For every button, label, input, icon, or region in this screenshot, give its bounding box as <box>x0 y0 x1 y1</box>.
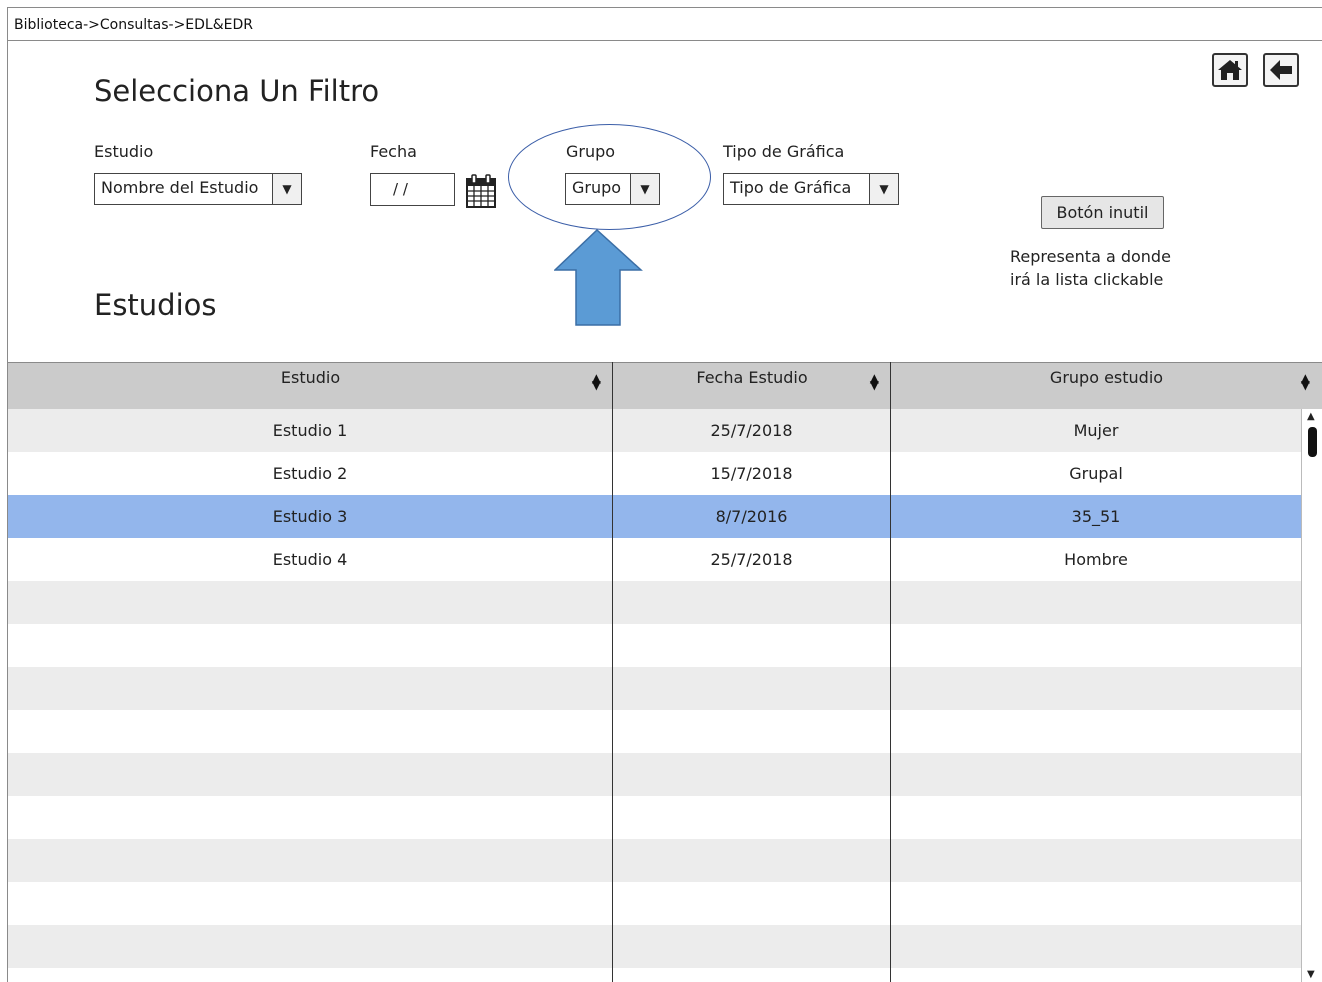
table-row-empty <box>8 624 1301 667</box>
grupo-label: Grupo <box>566 142 616 161</box>
page-title: Selecciona Un Filtro <box>94 74 380 108</box>
scroll-down-icon[interactable]: ▼ <box>1307 969 1315 980</box>
table-cell: Estudio 4 <box>272 550 348 569</box>
column-header-label: Grupo estudio <box>1049 368 1164 387</box>
scroll-up-icon[interactable]: ▲ <box>1307 411 1315 422</box>
studies-table: Estudio ▲ ▼ Fecha Estudio ▲ ▼ Grupo estudi… <box>8 362 1322 982</box>
note-line-1: Representa a donde <box>1010 247 1171 266</box>
tipo-grafica-select-value: Tipo de Gráfica <box>730 178 852 197</box>
column-divider <box>612 362 613 982</box>
table-row[interactable]: Estudio 2 15/7/2018 Grupal <box>8 452 1301 495</box>
fecha-label: Fecha <box>370 142 417 161</box>
table-cell: 8/7/2016 <box>715 507 788 526</box>
fecha-input[interactable]: / / <box>370 173 455 206</box>
table-row-empty <box>8 753 1301 796</box>
column-header-grupo[interactable]: Grupo estudio ▲ ▼ <box>891 363 1322 410</box>
tipo-grafica-select[interactable]: Tipo de Gráfica ▼ <box>723 173 899 205</box>
useless-button[interactable]: Botón inutil <box>1041 196 1164 229</box>
table-cell: 25/7/2018 <box>710 550 793 569</box>
table-cell: Grupal <box>1069 464 1123 483</box>
tipo-grafica-label: Tipo de Gráfica <box>723 142 845 161</box>
table-row-empty <box>8 925 1301 968</box>
arrow-left-icon <box>1270 60 1292 80</box>
table-cell: Estudio 1 <box>272 421 348 440</box>
column-divider <box>890 362 891 982</box>
chevron-down-icon: ▼ <box>869 174 898 204</box>
column-header-estudio[interactable]: Estudio ▲ ▼ <box>8 363 613 410</box>
estudio-select-value: Nombre del Estudio <box>101 178 259 197</box>
table-body: Estudio 1 25/7/2018 Mujer Estudio 2 15/7/201… <box>8 409 1301 968</box>
scroll-thumb[interactable] <box>1308 427 1317 457</box>
calendar-icon[interactable] <box>464 173 498 209</box>
sort-icon: ▲ ▼ <box>869 371 879 392</box>
table-cell: 25/7/2018 <box>710 421 793 440</box>
sort-icon: ▲ ▼ <box>1300 371 1310 392</box>
table-row-empty <box>8 667 1301 710</box>
note-text: Representa a donde irá la lista clickabl… <box>1010 245 1230 291</box>
chevron-down-icon: ▼ <box>272 174 301 204</box>
table-cell: Hombre <box>1064 550 1128 569</box>
table-row-empty <box>8 710 1301 753</box>
grupo-select-value: Grupo <box>572 178 622 197</box>
column-header-label: Fecha Estudio <box>696 368 808 387</box>
sort-icon: ▲ ▼ <box>591 371 601 392</box>
table-row[interactable]: Estudio 4 25/7/2018 Hombre <box>8 538 1301 581</box>
table-row-empty <box>8 839 1301 882</box>
table-cell: 35_51 <box>1071 507 1121 526</box>
section-title: Estudios <box>94 288 217 322</box>
table-cell: 15/7/2018 <box>710 464 793 483</box>
home-button[interactable] <box>1212 53 1248 87</box>
breadcrumb: Biblioteca->Consultas->EDL&EDR <box>14 17 253 33</box>
grupo-select[interactable]: Grupo ▼ <box>565 173 660 205</box>
estudio-select[interactable]: Nombre del Estudio ▼ <box>94 173 302 205</box>
table-scrollbar[interactable]: ▲ ▼ <box>1301 409 1322 982</box>
home-icon <box>1218 60 1242 80</box>
chevron-down-icon: ▼ <box>630 174 659 204</box>
table-row-empty <box>8 581 1301 624</box>
table-row[interactable]: Estudio 3 8/7/2016 35_51 <box>8 495 1301 538</box>
estudio-label: Estudio <box>94 142 154 161</box>
table-row-empty <box>8 796 1301 839</box>
back-button[interactable] <box>1263 53 1299 87</box>
table-header: Estudio ▲ ▼ Fecha Estudio ▲ ▼ Grupo estudi… <box>8 362 1322 409</box>
table-cell: Mujer <box>1073 421 1119 440</box>
table-cell: Estudio 3 <box>272 507 348 526</box>
column-header-label: Estudio <box>280 368 341 387</box>
table-cell: Estudio 2 <box>272 464 348 483</box>
table-row[interactable]: Estudio 1 25/7/2018 Mujer <box>8 409 1301 452</box>
breadcrumb-bar: Biblioteca->Consultas->EDL&EDR <box>8 8 1322 41</box>
table-row-empty <box>8 882 1301 925</box>
note-line-2: irá la lista clickable <box>1010 270 1164 289</box>
column-header-fecha[interactable]: Fecha Estudio ▲ ▼ <box>613 363 891 410</box>
